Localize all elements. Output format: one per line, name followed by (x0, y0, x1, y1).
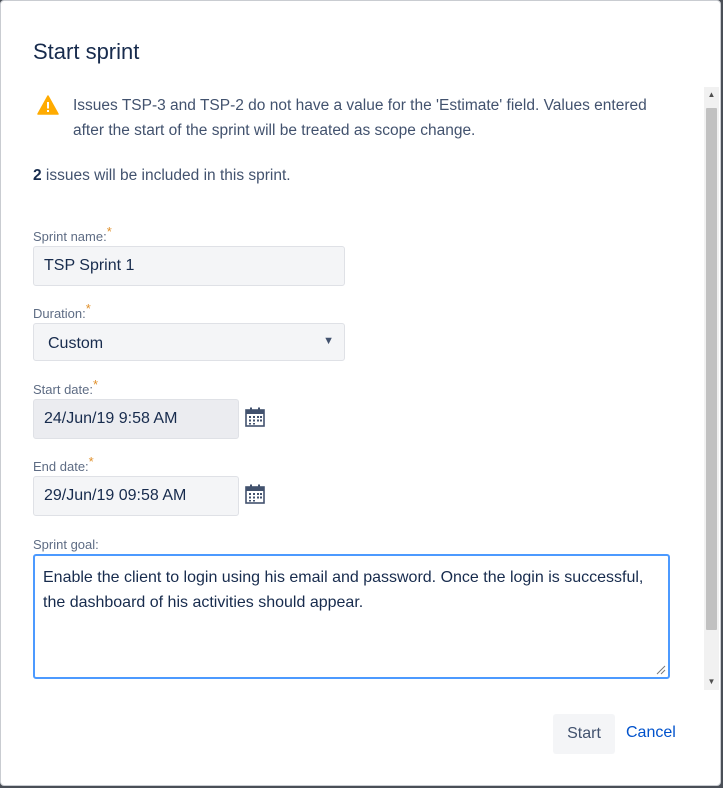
end-date-label-text: End date: (33, 459, 89, 474)
issues-summary: 2 issues will be included in this sprint… (33, 167, 291, 185)
sprint-name-label: Sprint name:* (33, 224, 112, 244)
sprint-goal-textarea[interactable]: Enable the client to login using his ema… (33, 554, 670, 679)
start-sprint-dialog: Start sprint ▲ ▼ Issues TSP-3 and TSP-2 … (0, 0, 721, 786)
start-date-field[interactable]: 24/Jun/19 9:58 AM (33, 399, 239, 439)
calendar-icon[interactable] (245, 407, 265, 427)
scroll-thumb[interactable] (706, 108, 717, 630)
required-marker: * (106, 224, 112, 239)
end-date-value: 29/Jun/19 09:58 AM (44, 487, 187, 504)
chevron-down-icon: ▼ (323, 335, 334, 347)
calendar-icon[interactable] (245, 484, 265, 504)
issues-summary-text: issues will be included in this sprint. (41, 167, 291, 184)
sprint-name-label-text: Sprint name: (33, 229, 107, 244)
start-button[interactable]: Start (553, 714, 615, 754)
duration-label: Duration:* (33, 301, 91, 321)
resize-grip-icon[interactable] (656, 665, 666, 675)
duration-value: Custom (48, 335, 104, 352)
scroll-down-arrow-icon[interactable]: ▼ (704, 674, 719, 690)
start-date-value: 24/Jun/19 9:58 AM (44, 410, 178, 427)
scroll-up-arrow-icon[interactable]: ▲ (704, 87, 719, 103)
dialog-title: Start sprint (33, 39, 140, 64)
sprint-goal-value: Enable the client to login using his ema… (43, 569, 644, 611)
sprint-name-value: TSP Sprint 1 (44, 257, 135, 274)
dialog-scrollbar[interactable]: ▲ ▼ (704, 87, 719, 690)
required-marker: * (92, 377, 99, 392)
duration-select[interactable]: Custom ▼ (33, 323, 345, 361)
warning-icon (37, 95, 59, 115)
end-date-label: End date:* (33, 454, 94, 474)
start-date-label: Start date:* (33, 377, 98, 397)
required-marker: * (85, 301, 91, 316)
start-date-label-text: Start date: (33, 382, 93, 397)
sprint-name-field[interactable]: TSP Sprint 1 (33, 246, 345, 286)
end-date-field[interactable]: 29/Jun/19 09:58 AM (33, 476, 239, 516)
cancel-link[interactable]: Cancel (626, 724, 676, 742)
issues-count: 2 (33, 167, 42, 184)
duration-label-text: Duration: (33, 306, 86, 321)
sprint-goal-label: Sprint goal: (33, 537, 99, 552)
warning-message: Issues TSP-3 and TSP-2 do not have a val… (73, 97, 647, 139)
required-marker: * (88, 454, 94, 469)
